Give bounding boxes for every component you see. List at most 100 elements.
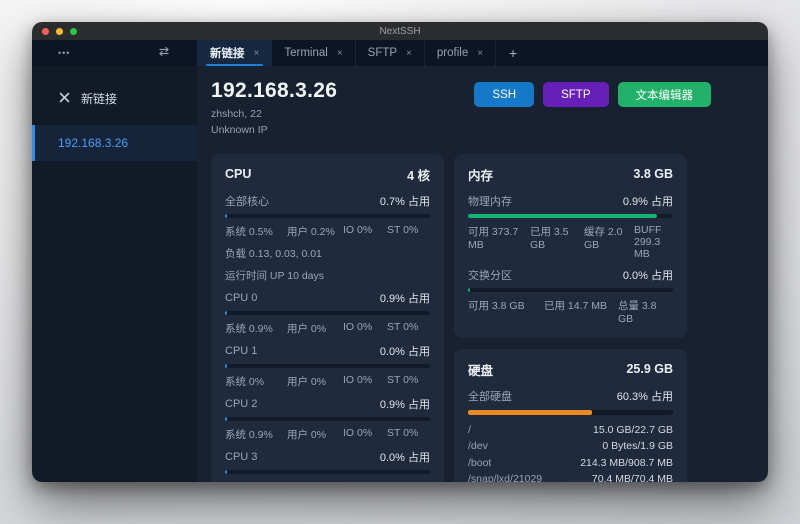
mount-path: /dev (468, 440, 488, 452)
cpu-core-count: 4 核 (407, 165, 430, 184)
cpu-core-name: CPU 2 (225, 398, 257, 410)
swap-stats: 可用 3.8 GB 已用 14.7 MB 总量 3.8 GB (468, 298, 673, 325)
content-area: 192.168.3.26 zhshch, 22 Unknown IP SSH S… (197, 66, 768, 482)
cpu-st-stat: ST 0% (387, 321, 430, 336)
mount-usage: 0 Bytes/1.9 GB (602, 440, 673, 452)
cpu-user-stat: 用户 0% (287, 374, 343, 389)
cpu-core-name: CPU 1 (225, 345, 257, 357)
cpu-core-name: CPU 0 (225, 292, 257, 304)
swap-icon[interactable] (157, 44, 171, 62)
sidebar-item-label: 192.168.3.26 (58, 136, 128, 150)
sidebar-new-connection[interactable]: 新链接 (32, 82, 197, 117)
disk-mount-row: /dev 0 Bytes/1.9 GB (468, 438, 673, 455)
window-title: NextSSH (32, 26, 768, 37)
cpu-overall-stats: 系统 0.5% 用户 0.2% IO 0% ST 0% (225, 224, 430, 239)
new-tab-button[interactable]: + (496, 40, 530, 66)
left-column: CPU 4 核 全部核心 0.7% 占用 系统 0.5% 用户 0.2% IO … (211, 154, 444, 483)
plus-icon: + (509, 45, 517, 61)
cpu-core-bar (225, 311, 430, 315)
swap-free-stat: 可用 3.8 GB (468, 298, 544, 325)
tab-sftp[interactable]: SFTP × (356, 40, 425, 66)
cpu-load: 负载 0.13, 0.03, 0.01 (225, 246, 430, 261)
more-icon[interactable]: ••• (58, 48, 70, 58)
cpu-st-stat: ST 0% (387, 427, 430, 442)
disk-mount-row: /snap/lxd/21029 70.4 MB/70.4 MB (468, 471, 673, 482)
close-icon[interactable]: × (477, 48, 483, 59)
cpu-st-stat: ST 0% (387, 480, 430, 483)
cpu-user-stat: 用户 0% (287, 427, 343, 442)
cpu-overall-label: 全部核心 (225, 193, 269, 209)
swap-total-stat: 总量 3.8 GB (618, 298, 673, 325)
cpu-core-block: CPU 1 0.0% 占用 系统 0% 用户 0% IO 0% ST 0% (225, 343, 430, 389)
mount-path: / (468, 424, 471, 436)
disk-overall-usage: 60.3% 占用 (617, 388, 673, 404)
host-title: 192.168.3.26 (211, 79, 337, 103)
sidebar-item-connection[interactable]: 192.168.3.26 (32, 125, 197, 161)
sidebar: 新链接 192.168.3.26 (32, 66, 197, 482)
tab-label: profile (437, 47, 468, 59)
disk-total: 25.9 GB (626, 362, 673, 376)
cpu-io-stat: IO 0% (343, 321, 387, 336)
host-info: 192.168.3.26 zhshch, 22 Unknown IP (211, 79, 337, 139)
mount-path: /snap/lxd/21029 (468, 473, 542, 482)
disk-overall-bar (468, 410, 673, 415)
mount-usage: 214.3 MB/908.7 MB (580, 457, 673, 469)
host-header: 192.168.3.26 zhshch, 22 Unknown IP SSH S… (211, 79, 711, 139)
cpu-io-stat: IO 0% (343, 374, 387, 389)
memory-card: 内存 3.8 GB 物理内存 0.9% 占用 可用 373.7 MB 已用 3.… (454, 154, 687, 338)
ssh-button[interactable]: SSH (474, 82, 534, 107)
tab-label: SFTP (368, 47, 397, 59)
cpu-user-stat: 用户 0.2% (287, 224, 343, 239)
host-subtitle: zhshch, 22 Unknown IP (211, 107, 337, 139)
memory-card-title: 内存 (468, 165, 493, 184)
cpu-sys-stat: 系统 0% (225, 374, 287, 389)
cpu-user-stat: 用户 0% (287, 321, 343, 336)
cpu-uptime: 运行时间 UP 10 days (225, 268, 430, 283)
tabbar-controls: ••• (32, 40, 197, 66)
cpu-core-usage: 0.0% 占用 (380, 343, 430, 359)
cpu-sys-stat: 系统 0.9% (225, 321, 287, 336)
titlebar: NextSSH (32, 22, 768, 40)
cpu-card-title: CPU (225, 167, 251, 181)
host-user-port: zhshch, 22 (211, 107, 337, 123)
new-connection-icon (58, 91, 71, 107)
disk-mount-row: / 15.0 GB/22.7 GB (468, 422, 673, 439)
cpu-user-stat: 用户 0% (287, 480, 343, 483)
cpu-st-stat: ST 0% (387, 374, 430, 389)
tab-label: 新链接 (210, 45, 245, 61)
physical-memory-usage: 0.9% 占用 (623, 193, 673, 209)
mount-usage: 15.0 GB/22.7 GB (593, 424, 673, 436)
physical-memory-bar (468, 214, 673, 218)
close-icon[interactable]: × (254, 48, 260, 59)
cpu-core-stats: 系统 0.9% 用户 0% IO 0% ST 0% (225, 321, 430, 336)
tab-profile[interactable]: profile × (425, 40, 496, 66)
close-icon[interactable]: × (337, 48, 343, 59)
action-buttons: SSH SFTP 文本编辑器 (474, 82, 711, 107)
cpu-core-stats: 系统 0% 用户 0% IO 0% ST 0% (225, 480, 430, 483)
cpu-core-bar (225, 364, 430, 368)
cpu-core-stats: 系统 0% 用户 0% IO 0% ST 0% (225, 374, 430, 389)
memory-total: 3.8 GB (633, 167, 673, 181)
swap-bar (468, 288, 673, 292)
host-ip-status: Unknown IP (211, 123, 337, 139)
tabs: 新链接 × Terminal × SFTP × profile × + (197, 40, 530, 66)
cpu-io-stat: IO 0% (343, 427, 387, 442)
cpu-core-bar (225, 417, 430, 421)
mount-path: /boot (468, 457, 491, 469)
mem-used-stat: 已用 3.5 GB (530, 224, 584, 260)
sftp-button[interactable]: SFTP (543, 82, 608, 107)
tab-new-connection[interactable]: 新链接 × (197, 40, 272, 66)
cpu-core-block: CPU 0 0.9% 占用 系统 0.9% 用户 0% IO 0% ST 0% (225, 290, 430, 336)
cpu-overall-bar (225, 214, 430, 218)
close-icon[interactable]: × (406, 48, 412, 59)
text-editor-button[interactable]: 文本编辑器 (618, 82, 712, 107)
cpu-core-usage: 0.0% 占用 (380, 449, 430, 465)
tab-bar: ••• 新链接 × Terminal × SFTP × pro (32, 40, 768, 66)
swap-used-stat: 已用 14.7 MB (544, 298, 618, 325)
cpu-sys-stat: 系统 0.9% (225, 427, 287, 442)
tab-label: Terminal (284, 47, 327, 59)
cpu-card: CPU 4 核 全部核心 0.7% 占用 系统 0.5% 用户 0.2% IO … (211, 154, 444, 483)
disk-overall-label: 全部硬盘 (468, 388, 512, 404)
physical-memory-label: 物理内存 (468, 193, 512, 209)
tab-terminal[interactable]: Terminal × (272, 40, 355, 66)
